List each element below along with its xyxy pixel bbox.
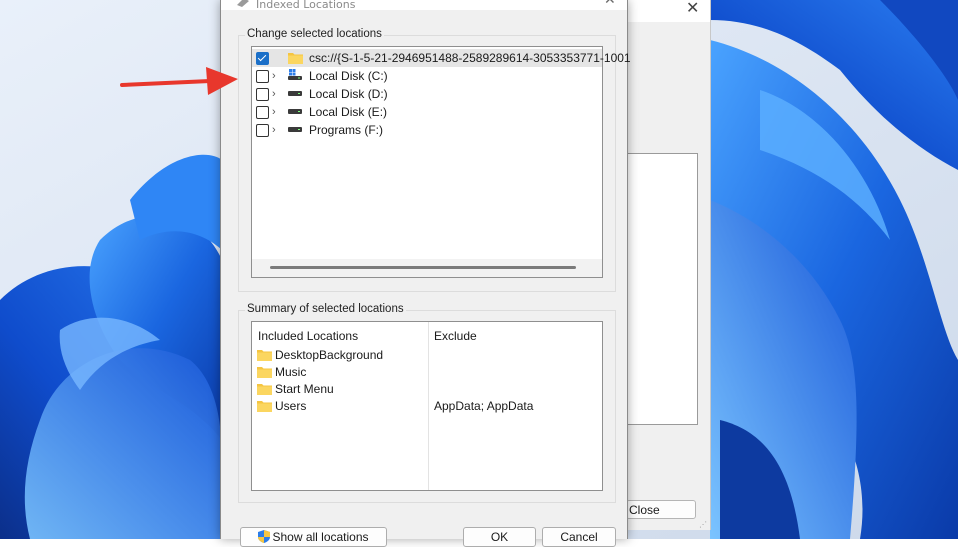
indexed-locations-listbox[interactable] xyxy=(625,153,698,425)
list-item: Start Menu xyxy=(257,381,597,398)
expand-chevron-icon[interactable]: › xyxy=(272,85,276,103)
locations-tree[interactable]: csc://{S-1-5-21-2946951488-2589289614-30… xyxy=(251,46,631,278)
tree-row-label: Local Disk (D:) xyxy=(309,87,388,101)
windows-drive-icon xyxy=(288,69,302,80)
exclude-header: Exclude xyxy=(434,329,477,343)
tree-row-label: Local Disk (C:) xyxy=(309,69,388,83)
included-location: Start Menu xyxy=(275,382,334,396)
indexing-options-close-icon[interactable]: ✕ xyxy=(686,0,699,17)
excluded-location: AppData; AppData xyxy=(434,399,534,413)
expand-chevron-icon[interactable]: › xyxy=(272,103,276,121)
folder-icon xyxy=(257,350,272,361)
tree-row-label: csc://{S-1-5-21-2946951488-2589289614-30… xyxy=(309,51,631,65)
tree-row-label: Programs (F:) xyxy=(309,123,384,137)
tree-row-csc[interactable]: csc://{S-1-5-21-2946951488-2589289614-30… xyxy=(252,49,631,67)
tree-row-label: Local Disk (E:) xyxy=(309,105,388,119)
tree-row-local-disk-d[interactable]: › Local Disk (D:) xyxy=(252,85,602,103)
included-locations-header: Included Locations xyxy=(258,329,359,343)
checkbox-local-disk-c[interactable] xyxy=(256,70,269,83)
included-location: DesktopBackground xyxy=(275,348,384,362)
indexing-icon xyxy=(237,0,249,7)
cancel-button[interactable]: Cancel xyxy=(542,527,616,547)
tree-row-local-disk-e[interactable]: › Local Disk (E:) xyxy=(252,103,602,121)
checkbox-local-disk-e[interactable] xyxy=(256,106,269,119)
included-location: Users xyxy=(275,399,307,413)
tree-row-local-disk-c[interactable]: › Local Disk (C:) xyxy=(252,67,602,85)
ok-button[interactable]: OK xyxy=(463,527,536,547)
change-locations-label: Change selected locations xyxy=(245,28,384,40)
folder-icon xyxy=(288,53,303,64)
expand-chevron-icon[interactable]: › xyxy=(272,121,276,139)
checkbox-local-disk-d[interactable] xyxy=(256,88,269,101)
dialog-close-icon[interactable]: ✕ xyxy=(604,0,616,8)
drive-icon xyxy=(288,109,302,114)
red-arrow-annotation xyxy=(120,67,238,95)
show-all-locations-button[interactable]: Show all locations xyxy=(240,527,387,547)
horizontal-scrollbar[interactable] xyxy=(252,259,602,277)
checkbox-programs-f[interactable] xyxy=(256,124,269,137)
indexed-locations-dialog: Indexed Locations ✕ Change selected loca… xyxy=(220,0,631,547)
tree-row-programs-f[interactable]: › Programs (F:) xyxy=(252,121,602,139)
close-button[interactable]: Close xyxy=(626,500,696,519)
included-location: Music xyxy=(275,365,307,379)
folder-icon xyxy=(257,401,272,412)
resize-grip-icon[interactable]: ⋰ xyxy=(699,520,707,529)
drive-icon xyxy=(288,91,302,96)
list-item: Users AppData; AppData xyxy=(257,398,597,415)
list-item: Music xyxy=(257,364,597,381)
drive-icon xyxy=(288,127,302,132)
expand-chevron-icon[interactable]: › xyxy=(272,67,276,85)
uac-shield-icon xyxy=(258,530,271,543)
folder-icon xyxy=(257,367,272,378)
show-all-locations-label: Show all locations xyxy=(272,530,369,544)
dialog-title: Indexed Locations xyxy=(256,0,356,11)
scrollbar-thumb[interactable] xyxy=(270,266,576,269)
folder-icon xyxy=(257,384,272,395)
summary-label: Summary of selected locations xyxy=(245,303,406,315)
checkbox-csc[interactable] xyxy=(256,52,269,65)
list-item: DesktopBackground xyxy=(257,347,597,364)
summary-list: Included Locations Exclude DesktopBackgr… xyxy=(251,321,603,491)
